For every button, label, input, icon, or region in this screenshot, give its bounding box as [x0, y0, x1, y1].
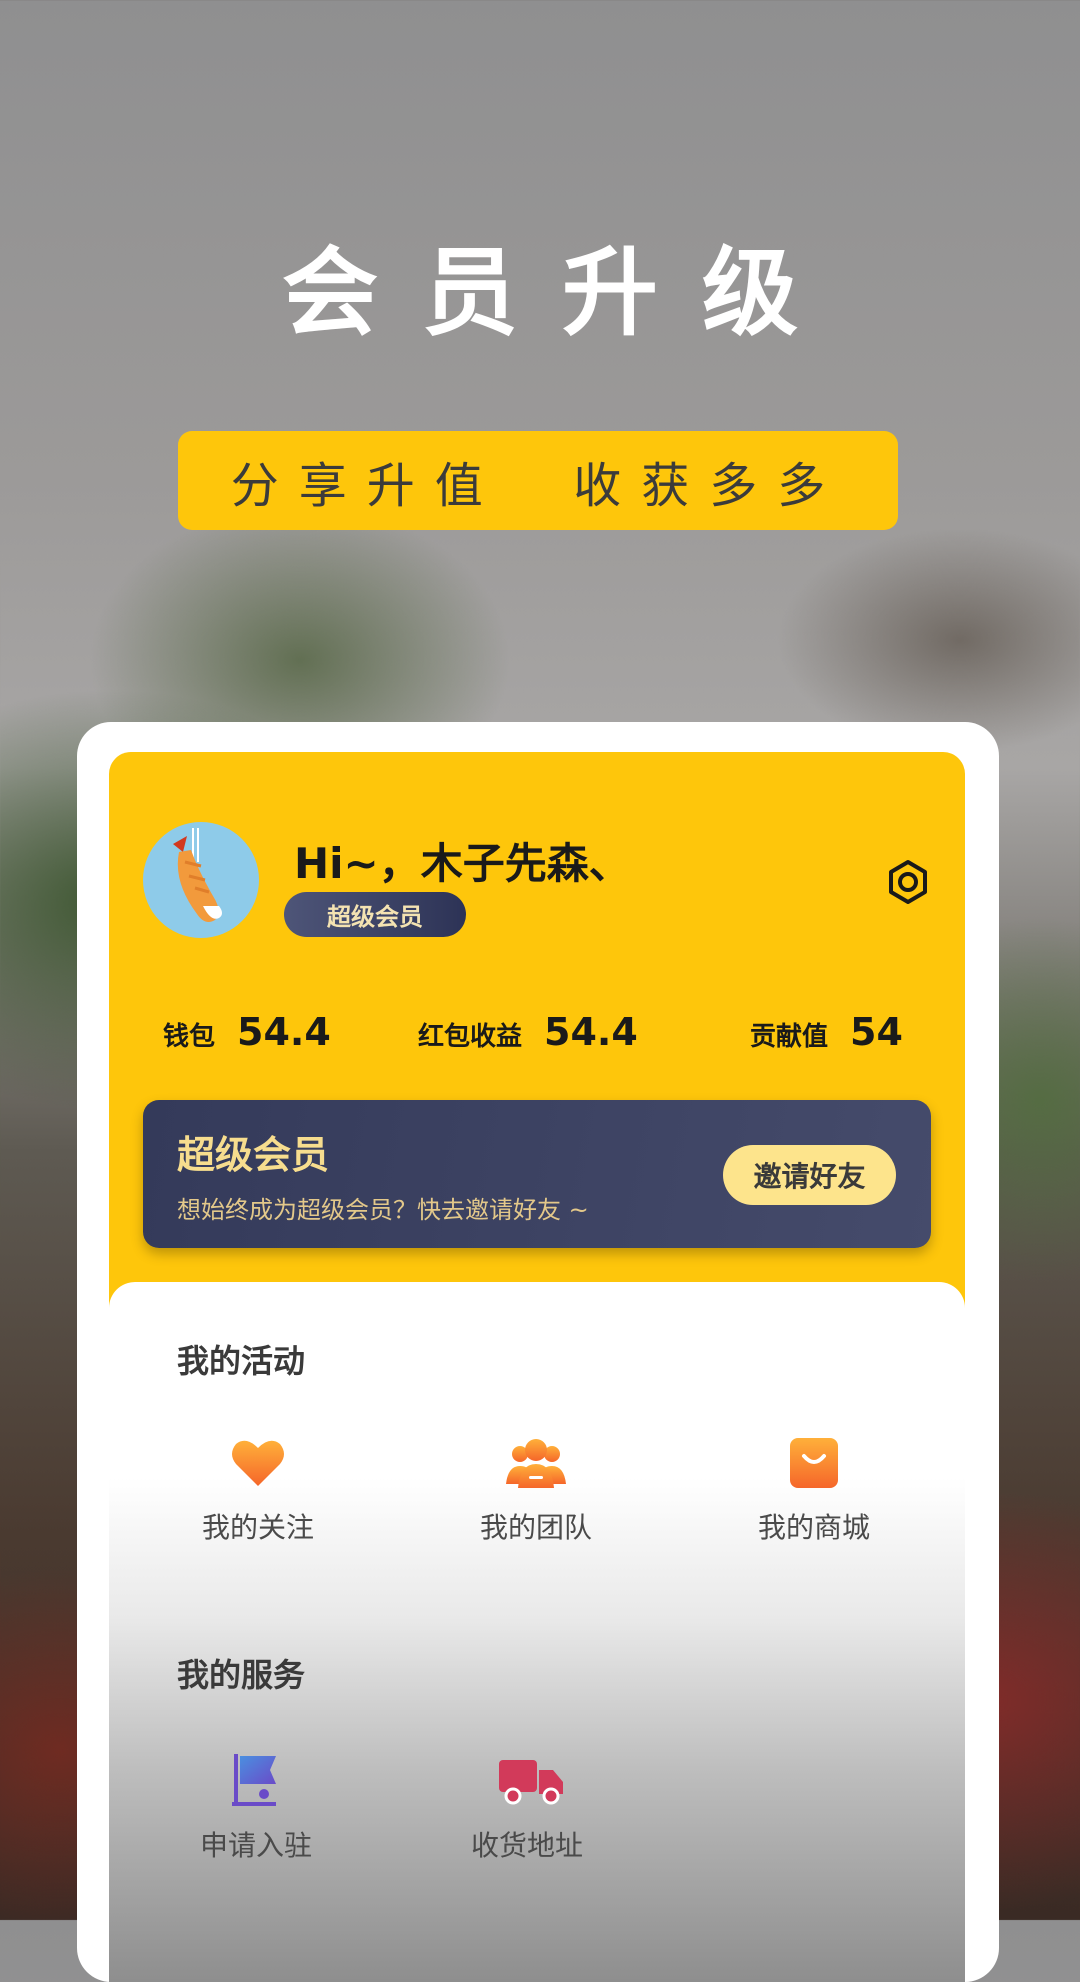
settings-icon[interactable] [884, 858, 932, 906]
team-icon [506, 1432, 566, 1492]
menu-item-label: 申请入驻 [199, 1829, 312, 1862]
invite-friends-button[interactable]: 邀请好友 [723, 1145, 896, 1205]
page-headline: 会员升级 [282, 237, 842, 349]
menu-item-address[interactable]: 收货地址 [427, 1750, 627, 1864]
flag-icon [226, 1750, 286, 1810]
menu-item-follow[interactable]: 我的关注 [158, 1432, 358, 1546]
activities-section-title: 我的活动 [177, 1342, 306, 1380]
stat-value: 54.4 [237, 1010, 331, 1054]
stat-red-packet[interactable]: 红包收益 54.4 [418, 1010, 638, 1054]
heart-icon [228, 1432, 288, 1492]
avatar[interactable] [143, 822, 259, 938]
menu-item-label: 我的关注 [201, 1511, 314, 1544]
member-level-badge: 超级会员 [284, 892, 466, 937]
menu-item-label: 我的团队 [479, 1511, 592, 1544]
slogan-banner: 分享升值 收获多多 [178, 431, 898, 530]
vip-banner: 超级会员 想始终成为超级会员？快去邀请好友 ~ 邀请好友 [143, 1100, 931, 1248]
stat-value: 54 [850, 1010, 903, 1054]
stat-label: 贡献值 [750, 1022, 829, 1052]
menu-item-team[interactable]: 我的团队 [436, 1432, 636, 1546]
menu-panel [109, 1282, 965, 1982]
vip-banner-title: 超级会员 [177, 1133, 330, 1177]
stat-wallet[interactable]: 钱包 54.4 [163, 1010, 331, 1054]
menu-item-label: 收货地址 [470, 1829, 583, 1862]
menu-item-apply[interactable]: 申请入驻 [156, 1750, 356, 1864]
stat-contribution[interactable]: 贡献值 54 [750, 1010, 903, 1054]
shopping-bag-icon [784, 1432, 844, 1492]
truck-icon [497, 1750, 563, 1810]
stat-value: 54.4 [544, 1010, 638, 1054]
stat-label: 钱包 [163, 1022, 216, 1052]
stat-label: 红包收益 [418, 1022, 523, 1052]
vip-banner-subtitle: 想始终成为超级会员？快去邀请好友 ~ [177, 1196, 589, 1224]
menu-item-label: 我的商城 [757, 1511, 870, 1544]
menu-item-mall[interactable]: 我的商城 [714, 1432, 914, 1546]
services-section-title: 我的服务 [177, 1656, 306, 1694]
greeting-text: Hi~，木子先森、 [294, 839, 631, 888]
